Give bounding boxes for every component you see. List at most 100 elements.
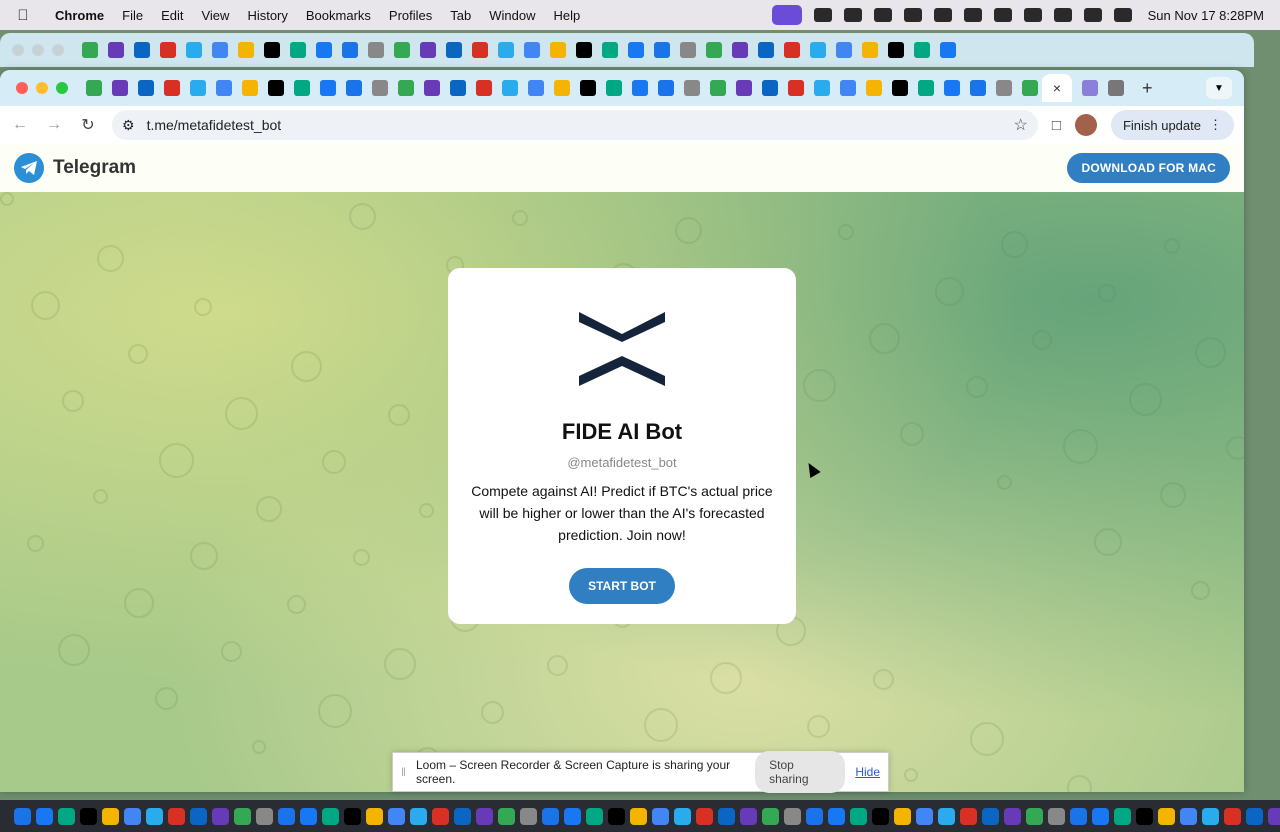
tab-favicon[interactable] <box>996 80 1012 96</box>
tab-favicon[interactable] <box>238 42 254 58</box>
tab-favicon[interactable] <box>112 80 128 96</box>
tab-favicon[interactable] <box>528 80 544 96</box>
dock-app-icon[interactable] <box>36 807 53 825</box>
dock-app-icon[interactable] <box>608 807 625 825</box>
tab-favicon[interactable] <box>502 80 518 96</box>
tab-favicon[interactable] <box>784 42 800 58</box>
tab-favicon[interactable] <box>658 80 674 96</box>
dock-app-icon[interactable] <box>80 807 97 825</box>
url-text[interactable]: t.me/metafidetest_bot <box>147 117 282 133</box>
tab-favicon[interactable] <box>654 42 670 58</box>
tab-favicon[interactable] <box>1022 80 1038 96</box>
dock-app-icon[interactable] <box>1004 807 1021 825</box>
tab-favicon[interactable] <box>554 80 570 96</box>
tab-favicon[interactable] <box>190 80 206 96</box>
menubar-clock[interactable]: Sun Nov 17 8:28PM <box>1148 8 1264 23</box>
tab-favicon[interactable] <box>342 42 358 58</box>
minimize-window-icon[interactable] <box>32 44 44 56</box>
dock-app-icon[interactable] <box>1224 807 1241 825</box>
tab-favicon[interactable] <box>108 42 124 58</box>
tab-favicon[interactable] <box>264 42 280 58</box>
apple-menu-icon[interactable]:  <box>0 7 46 24</box>
download-for-mac-button[interactable]: DOWNLOAD FOR MAC <box>1067 153 1230 183</box>
tab-favicon[interactable] <box>736 80 752 96</box>
tab-favicon[interactable] <box>684 80 700 96</box>
menu-history[interactable]: History <box>238 8 296 23</box>
dock-app-icon[interactable] <box>1026 807 1043 825</box>
dock-app-icon[interactable] <box>190 807 207 825</box>
tab-favicon[interactable] <box>424 80 440 96</box>
tab-favicon[interactable] <box>86 80 102 96</box>
dock-app-icon[interactable] <box>872 807 889 825</box>
dock-app-icon[interactable] <box>476 807 493 825</box>
dock-app-icon[interactable] <box>322 807 339 825</box>
tab-favicon[interactable] <box>212 42 228 58</box>
menu-tab[interactable]: Tab <box>441 8 480 23</box>
dock-app-icon[interactable] <box>1158 807 1175 825</box>
telegram-logo-icon[interactable] <box>14 153 44 183</box>
dock-app-icon[interactable] <box>520 807 537 825</box>
tab-favicon[interactable] <box>550 42 566 58</box>
bookmark-star-icon[interactable]: ☆ <box>1014 115 1028 135</box>
tab-favicon[interactable] <box>268 80 284 96</box>
zoom-window-icon[interactable] <box>52 44 64 56</box>
menu-view[interactable]: View <box>192 8 238 23</box>
tab-favicon[interactable] <box>320 80 336 96</box>
dock-app-icon[interactable] <box>740 807 757 825</box>
tab-telegram-active[interactable]: × <box>1042 74 1072 102</box>
more-menu-icon[interactable]: ⋮ <box>1209 117 1222 133</box>
tab-favicon[interactable] <box>918 80 934 96</box>
dock-app-icon[interactable] <box>256 807 273 825</box>
dock-app-icon[interactable] <box>124 807 141 825</box>
dock-app-icon[interactable] <box>916 807 933 825</box>
tab-favicon[interactable] <box>970 80 986 96</box>
dock-app-icon[interactable] <box>850 807 867 825</box>
dock-app-icon[interactable] <box>1048 807 1065 825</box>
spotlight-search-icon[interactable] <box>1053 8 1072 22</box>
tab-favicon[interactable] <box>892 80 908 96</box>
tray-app-icon[interactable] <box>813 8 832 22</box>
tab-favicon[interactable] <box>602 42 618 58</box>
menu-file[interactable]: File <box>113 8 152 23</box>
dock-app-icon[interactable] <box>762 807 779 825</box>
dock-app-icon[interactable] <box>938 807 955 825</box>
tab-favicon[interactable] <box>294 80 310 96</box>
drag-handle-icon[interactable]: ‖ <box>401 765 406 779</box>
zoom-window-icon[interactable] <box>56 82 68 94</box>
dock-app-icon[interactable] <box>696 807 713 825</box>
site-info-icon[interactable]: ⚙ <box>122 117 135 134</box>
tab-favicon[interactable] <box>216 80 232 96</box>
dock-app-icon[interactable] <box>1070 807 1087 825</box>
tab-favicon[interactable] <box>580 80 596 96</box>
close-tab-icon[interactable]: × <box>1053 80 1061 96</box>
screen-share-icon[interactable] <box>771 5 802 25</box>
dock-app-icon[interactable] <box>960 807 977 825</box>
tab-favicon[interactable] <box>472 42 488 58</box>
dock-app-icon[interactable] <box>564 807 581 825</box>
control-center-icon[interactable] <box>1083 8 1102 22</box>
dock-app-icon[interactable] <box>586 807 603 825</box>
dock-app-icon[interactable] <box>168 807 185 825</box>
dock-app-icon[interactable] <box>366 807 383 825</box>
dock-app-icon[interactable] <box>234 807 251 825</box>
tab-favicon[interactable] <box>82 42 98 58</box>
dock-app-icon[interactable] <box>806 807 823 825</box>
tab-favicon[interactable] <box>368 42 384 58</box>
dock-app-icon[interactable] <box>982 807 999 825</box>
dock-app-icon[interactable] <box>410 807 427 825</box>
background-browser-window[interactable] <box>0 33 1254 67</box>
tab-favicon[interactable] <box>316 42 332 58</box>
dock-app-icon[interactable] <box>542 807 559 825</box>
tab-favicon[interactable] <box>164 80 180 96</box>
menu-profiles[interactable]: Profiles <box>380 8 441 23</box>
stop-sharing-button[interactable]: Stop sharing <box>755 751 846 793</box>
close-window-icon[interactable] <box>12 44 24 56</box>
dock-app-icon[interactable] <box>718 807 735 825</box>
close-window-icon[interactable] <box>16 82 28 94</box>
menu-edit[interactable]: Edit <box>152 8 192 23</box>
tab-favicon[interactable] <box>862 42 878 58</box>
tab-favicon[interactable] <box>628 42 644 58</box>
dock-app-icon[interactable] <box>102 807 119 825</box>
dock-app-icon[interactable] <box>1180 807 1197 825</box>
hide-link[interactable]: Hide <box>855 765 880 779</box>
